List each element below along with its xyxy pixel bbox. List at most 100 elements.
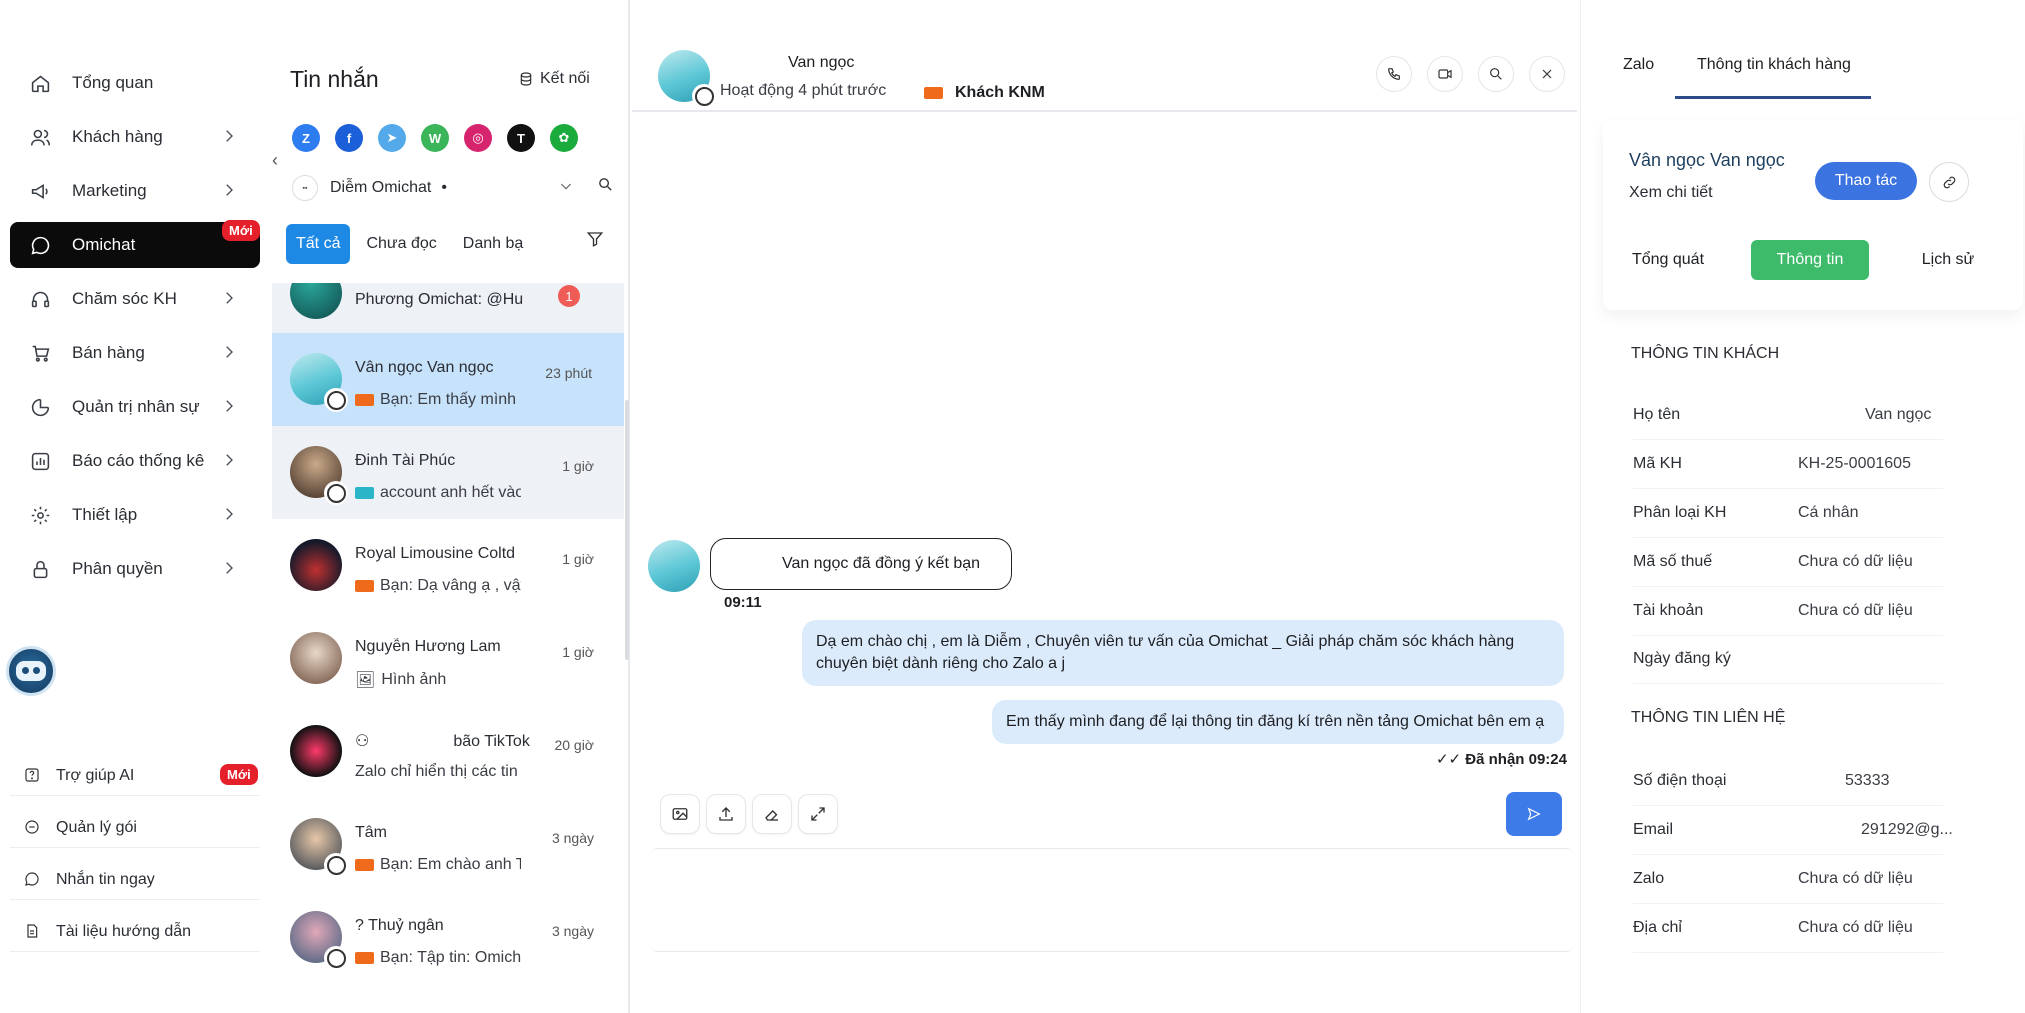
list-item[interactable]: ? Thuỷ ngân 3 ngày Bạn: Tập tin: Omich	[272, 891, 624, 984]
search-icon[interactable]	[597, 176, 614, 198]
facebook-channel-icon[interactable]: f	[335, 124, 363, 152]
expand-button[interactable]	[798, 794, 838, 834]
sidebar-item-sales[interactable]: Bán hàng	[10, 330, 260, 376]
field-row: Tài khoản Chưa có dữ liệu	[1633, 588, 1943, 636]
action-button[interactable]: Thao tác	[1815, 162, 1917, 200]
message-time: 09:11	[724, 594, 762, 611]
zalo-channel-icon[interactable]: Z	[292, 124, 320, 152]
attach-image-button[interactable]	[660, 794, 700, 834]
section-title: THÔNG TIN KHÁCH	[1631, 345, 1780, 362]
sidebar-item-permissions[interactable]: Phân quyền	[10, 546, 260, 592]
chevron-right-icon	[220, 127, 240, 147]
conversation-name: ⚇ bão TikTok	[355, 733, 530, 750]
field-row: Địa chỉ Chưa có dữ liệu	[1633, 905, 1943, 953]
sidebar-item-reports[interactable]: Báo cáo thống kê	[10, 438, 260, 484]
tag-icon	[355, 487, 374, 499]
field-label: Số điện thoại	[1633, 772, 1727, 789]
list-item[interactable]: Vân ngọc Van ngọc 23 phút Bạn: Em thấy m…	[272, 333, 624, 426]
link-icon	[324, 853, 348, 877]
sidebar-item-settings[interactable]: Thiết lập	[10, 492, 260, 538]
customer-tag[interactable]: Khách KNM	[924, 84, 1045, 102]
tab-unread[interactable]: Chưa đọc	[356, 224, 446, 264]
ai-assistant-icon[interactable]	[6, 646, 56, 696]
tab-customer-info[interactable]: Thông tin khách hàng	[1697, 56, 1851, 74]
connect-label: Kết nối	[540, 70, 590, 87]
field-value: Cá nhân	[1798, 504, 1859, 521]
upload-file-button[interactable]	[706, 794, 746, 834]
wechat-channel-icon[interactable]: ✿	[550, 124, 578, 152]
list-item[interactable]: Phương Omichat: @Hu 1	[272, 283, 624, 340]
tab-zalo[interactable]: Zalo	[1623, 56, 1654, 74]
instagram-channel-icon[interactable]: ◎	[464, 124, 492, 152]
tag-icon	[355, 859, 374, 871]
phone-icon	[1388, 68, 1400, 80]
sidebar-item-hr[interactable]: Quản trị nhân sự	[10, 384, 260, 430]
field-row: Zalo Chưa có dữ liệu	[1633, 856, 1943, 904]
list-item[interactable]: Tâm 3 ngày Bạn: Em chào anh Tâ	[272, 798, 624, 891]
conversation-preview: Zalo chỉ hiển thị các tin n	[355, 763, 521, 780]
conversation-name: Royal Limousine Coltd	[355, 545, 516, 562]
sidebar: Tổng quan Khách hàng Marketing Omichat M…	[0, 0, 270, 1013]
link-icon	[324, 946, 348, 970]
list-item[interactable]: Royal Limousine Coltd 1 giờ Bạn: Dạ vâng…	[272, 519, 624, 612]
help-item-label: Quản lý gói	[56, 818, 137, 836]
lock-icon	[28, 557, 52, 581]
video-call-button[interactable]	[1427, 56, 1463, 92]
filter-icon[interactable]	[586, 230, 604, 253]
account-name: Diễm Omichat	[330, 179, 432, 196]
telegram-channel-icon[interactable]: ➤	[378, 124, 406, 152]
conversation-time: 1 giờ	[562, 458, 594, 474]
cart-icon	[28, 341, 52, 365]
view-detail-link[interactable]: Xem chi tiết	[1629, 184, 1713, 202]
sidebar-item-label: Chăm sóc KH	[72, 289, 177, 308]
scrollbar[interactable]	[625, 400, 629, 660]
send-button[interactable]	[1506, 792, 1562, 836]
conversation-time: 1 giờ	[562, 644, 594, 660]
field-label: Họ tên	[1633, 406, 1681, 423]
outgoing-message: Em thấy mình đang để lại thông tin đăng …	[992, 700, 1564, 744]
connect-button[interactable]: Kết nối	[518, 70, 590, 88]
tag-icon	[924, 87, 943, 99]
list-item[interactable]: Đinh Tài Phúc 1 giờ account anh hết vào	[272, 426, 624, 519]
tab-info[interactable]: Thông tin	[1751, 240, 1869, 280]
link-button[interactable]	[1929, 162, 1969, 202]
call-button[interactable]	[1376, 56, 1412, 92]
message-input[interactable]	[650, 848, 1574, 952]
conversation-name: Đinh Tài Phúc	[355, 452, 456, 469]
search-button[interactable]	[1478, 56, 1514, 92]
help-item-message-now[interactable]: Nhắn tin ngay	[10, 860, 260, 900]
sidebar-item-overview[interactable]: Tổng quan	[10, 60, 260, 106]
conversation-preview: Bạn: Em chào anh Tâ	[355, 856, 521, 874]
tag-icon	[355, 952, 374, 964]
conversation-time: 3 ngày	[551, 830, 594, 846]
whatsapp-channel-icon[interactable]: W	[421, 124, 449, 152]
tab-overview[interactable]: Tổng quát	[1613, 240, 1723, 280]
chevron-right-icon	[220, 505, 240, 525]
tab-all[interactable]: Tất cả	[286, 224, 351, 264]
system-message: Van ngọc đã đồng ý kết bạn	[710, 538, 1012, 590]
sidebar-item-customer-care[interactable]: Chăm sóc KH	[10, 276, 260, 322]
eraser-button[interactable]	[752, 794, 792, 834]
collapse-left-icon[interactable]: ‹	[272, 150, 286, 171]
conversation-list-panel: Tin nhắn Kết nối Z f ➤ W ◎ T ✿ ‹ ▪▪ Diễm…	[272, 0, 630, 1013]
tab-history[interactable]: Lịch sử	[1893, 240, 2003, 280]
tab-contacts[interactable]: Danh bạ	[453, 224, 534, 264]
tiktok-channel-icon[interactable]: T	[507, 124, 535, 152]
sidebar-item-label: Omichat	[72, 235, 136, 254]
help-item-plans[interactable]: Quản lý gói	[10, 808, 260, 848]
field-label: Tài khoản	[1633, 602, 1704, 619]
field-row: Mã KH KH-25-0001605	[1633, 441, 1943, 489]
sidebar-item-label: Tổng quan	[72, 73, 154, 92]
conversation-preview: 🖼 Hình ảnh	[355, 671, 447, 689]
help-item-docs[interactable]: Tài liệu hướng dẫn	[10, 912, 260, 952]
list-item[interactable]: ⚇ bão TikTok 20 giờ Zalo chỉ hiển thị các…	[272, 705, 624, 798]
sidebar-item-marketing[interactable]: Marketing	[10, 168, 260, 214]
chevron-right-icon	[220, 343, 240, 363]
question-icon	[24, 767, 42, 785]
list-item[interactable]: Nguyễn Hương Lam 1 giờ 🖼 Hình ảnh	[272, 612, 624, 705]
chevron-right-icon	[220, 181, 240, 201]
close-button[interactable]	[1529, 56, 1565, 92]
avatar	[290, 632, 342, 684]
account-select[interactable]: ▪▪ Diễm Omichat •	[292, 168, 580, 208]
sidebar-item-customers[interactable]: Khách hàng	[10, 114, 260, 160]
